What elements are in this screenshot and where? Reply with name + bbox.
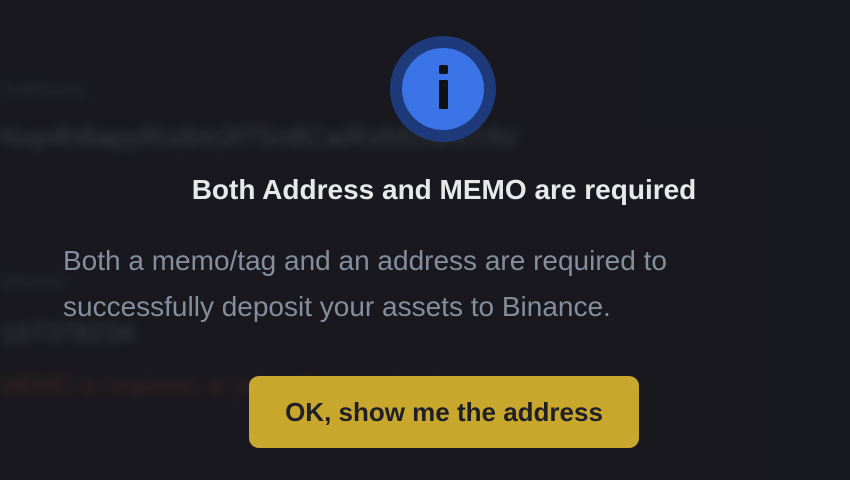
ok-show-address-button[interactable]: OK, show me the address — [249, 376, 639, 448]
deposit-page: Address Nxp4h8apyRis6m3f75n8CaiRxfrEn8N7… — [0, 0, 850, 480]
info-icon-bar — [439, 80, 448, 109]
info-icon — [390, 36, 496, 142]
info-icon-circle — [402, 48, 484, 130]
dialog-description: Both a memo/tag and an address are requi… — [63, 245, 667, 322]
memo-required-dialog: Both Address and MEMO are required Both … — [0, 0, 850, 480]
info-icon-dot — [439, 65, 448, 74]
dialog-title: Both Address and MEMO are required — [191, 174, 697, 205]
